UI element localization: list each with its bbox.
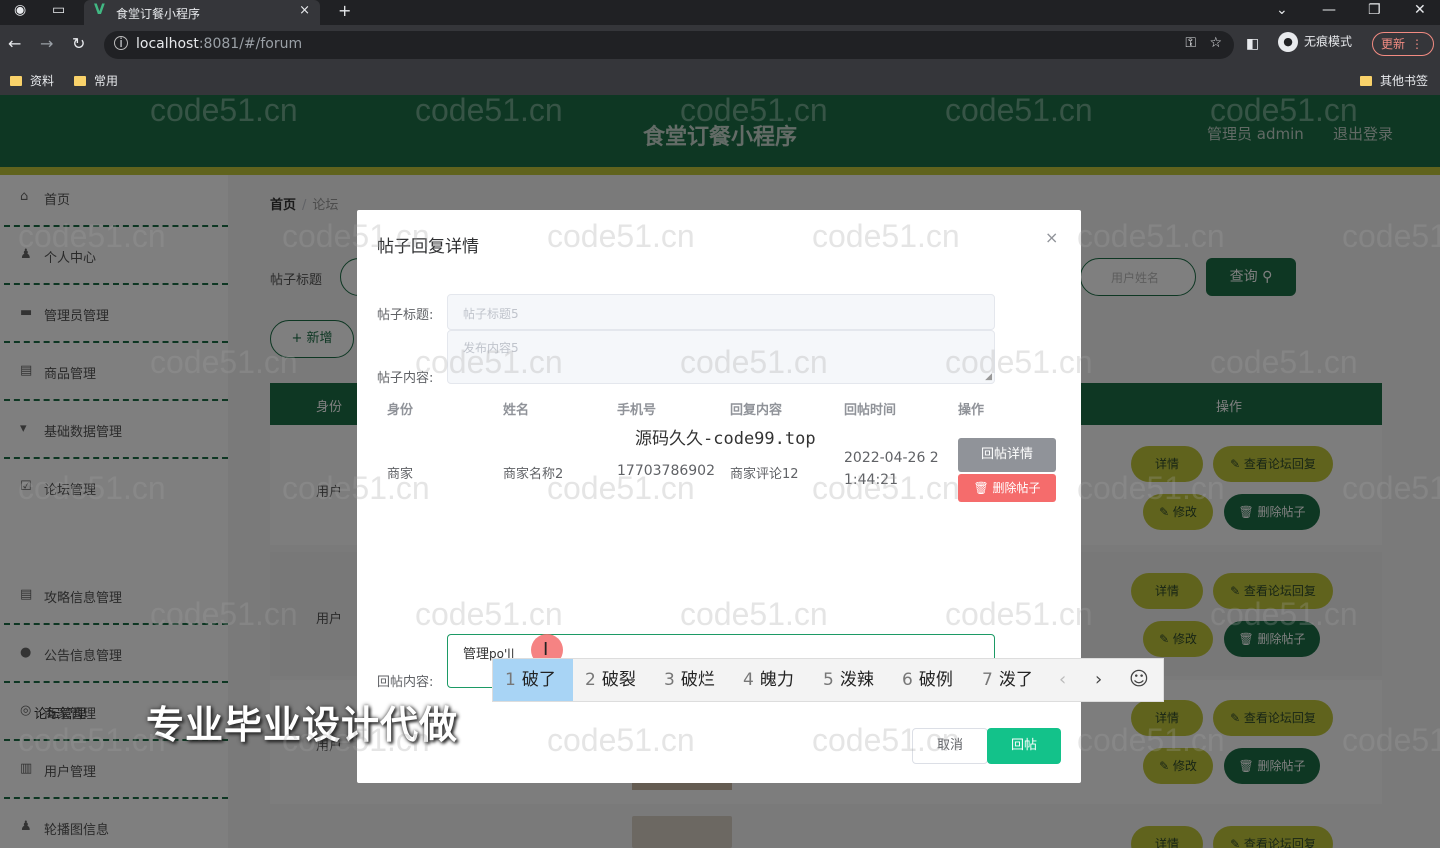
more-menu-icon: ⋮ [1411,37,1423,51]
reply-time-cell: 2022-04-26 2 [844,450,939,466]
ime-candidate-number: 1 [505,670,516,690]
reply-phone-cell: 17703786902 [617,463,715,479]
folder-icon [1360,76,1372,86]
ime-candidate-bar: 1 破了 2 破裂 3 破烂 4 魄力 5 泼辣 6 破例 7 泼了 ‹ › ☺ [492,658,1164,702]
reply-column-identity: 身份 [387,403,414,418]
reply-name-cell: 商家名称2 [503,467,564,482]
bookmark-label: 其他书签 [1380,74,1429,88]
browser-tab-strip: ◉ ▭ V 食堂订餐小程序 × + ⌄ — ❐ ✕ [0,0,1440,25]
new-tab-button[interactable]: + [338,1,351,20]
bookmarks-bar: 资料 常用 其他书签 [0,65,1440,95]
ime-candidate-text: 破裂 [601,670,636,690]
restore-icon[interactable]: ❐ [1368,2,1381,18]
ime-candidate[interactable]: 5 泼辣 [823,659,874,701]
cancel-button[interactable]: 取消 [912,728,988,764]
key-icon[interactable]: ⚿ [1185,35,1196,51]
ime-candidate[interactable]: 3 破烂 [664,659,715,701]
browser-menu-icon[interactable]: ◉ [14,2,26,18]
url-path: :8081/#/forum [198,36,303,52]
submit-reply-button[interactable]: 回帖 [987,728,1061,764]
post-title-field: 帖子标题5 [447,294,995,330]
tab-title: 食堂订餐小程序 [116,7,201,21]
url-field[interactable]: i localhost:8081/#/forum ⚿ ☆ [104,31,1234,59]
dialog-title: 帖子回复详情 [377,237,479,257]
reply-column-phone: 手机号 [617,403,657,418]
source-watermark-text: 源码久久-code99.top [635,429,816,449]
tab-search-icon[interactable]: ▭ [52,2,65,18]
window-close-icon[interactable]: ✕ [1414,2,1426,18]
folder-icon [74,76,86,86]
ime-candidate[interactable]: 6 破例 [902,659,953,701]
ime-candidate-number: 2 [585,670,596,690]
reply-identity-cell: 商家 [387,467,414,482]
reply-column-time: 回帖时间 [844,403,897,418]
address-bar: ← → ↻ i localhost:8081/#/forum ⚿ ☆ ◧ ● 无痕… [0,25,1440,65]
ime-candidate-number: 5 [823,670,834,690]
incognito-indicator[interactable]: ● 无痕模式 [1278,32,1352,52]
back-icon[interactable]: ← [8,34,21,53]
incognito-icon: ● [1278,32,1298,52]
reply-content-label: 回帖内容: [377,675,434,690]
other-bookmarks[interactable]: 其他书签 [1360,72,1428,89]
vue-favicon-icon: V [94,2,105,18]
site-info-icon[interactable]: i [114,36,128,50]
incognito-label: 无痕模式 [1304,34,1353,49]
forward-icon[interactable]: → [40,34,53,53]
bookmark-label: 资料 [30,74,55,88]
tab-list-icon[interactable]: ⌄ [1276,2,1288,18]
ime-candidate-text: 破了 [521,670,556,690]
minimize-icon[interactable]: — [1322,2,1336,18]
text-cursor-icon: I [543,639,549,660]
bookmark-star-icon[interactable]: ☆ [1209,35,1222,51]
folder-icon [10,76,22,86]
ime-emoji-icon[interactable]: ☺ [1129,668,1149,690]
ime-candidate-text: 泼辣 [839,670,874,690]
resize-grip-icon[interactable]: ◢ [985,372,992,382]
bookmark-folder-1[interactable]: 资料 [10,72,54,89]
ime-candidate[interactable]: 2 破裂 [585,659,636,701]
post-content-field: 发布内容5 ◢ [447,330,995,384]
ime-candidate-text: 泼了 [998,670,1033,690]
ime-candidate-number: 4 [743,670,754,690]
post-title-label: 帖子标题: [377,308,434,323]
tab-close-icon[interactable]: × [299,3,310,18]
reply-content-cell: 商家评论12 [730,467,799,482]
reply-column-ops: 操作 [958,403,985,418]
side-panel-icon[interactable]: ◧ [1246,36,1259,52]
reply-delete-button[interactable]: 🗑 删除帖子 [958,474,1056,502]
reply-typed-text: 管理 [463,647,490,662]
ime-candidate[interactable]: 1 破了 [493,659,573,701]
ime-candidate-number: 3 [664,670,675,690]
ime-candidate[interactable]: 7 泼了 [982,659,1033,701]
update-label: 更新 [1381,37,1406,51]
ime-next-page-icon[interactable]: › [1095,669,1102,690]
ime-candidate-number: 7 [982,670,993,690]
reply-time-cell-cont: 1:44:21 [844,472,898,488]
reload-icon[interactable]: ↻ [72,34,85,53]
bookmark-folder-2[interactable]: 常用 [74,72,118,89]
dialog-close-icon[interactable]: × [1045,228,1058,247]
post-content-label: 帖子内容: [377,371,434,386]
ime-prev-page-icon[interactable]: ‹ [1059,669,1066,690]
post-content-placeholder: 发布内容5 [463,341,519,355]
reply-column-content: 回复内容 [730,403,783,418]
url-host: localhost [136,36,199,52]
ime-candidate[interactable]: 4 魄力 [743,659,794,701]
reply-column-name: 姓名 [503,403,530,418]
update-button[interactable]: 更新 ⋮ [1372,32,1434,56]
ime-candidate-number: 6 [902,670,913,690]
reply-detail-button[interactable]: 回帖详情 [958,438,1056,472]
browser-tab[interactable]: V 食堂订餐小程序 × [84,0,320,25]
ime-candidate-text: 魄力 [759,670,794,690]
promo-watermark-text: 专业毕业设计代做 [146,703,459,747]
ime-candidate-text: 破烂 [680,670,715,690]
bookmark-label: 常用 [94,74,119,88]
ime-candidate-text: 破例 [918,670,953,690]
